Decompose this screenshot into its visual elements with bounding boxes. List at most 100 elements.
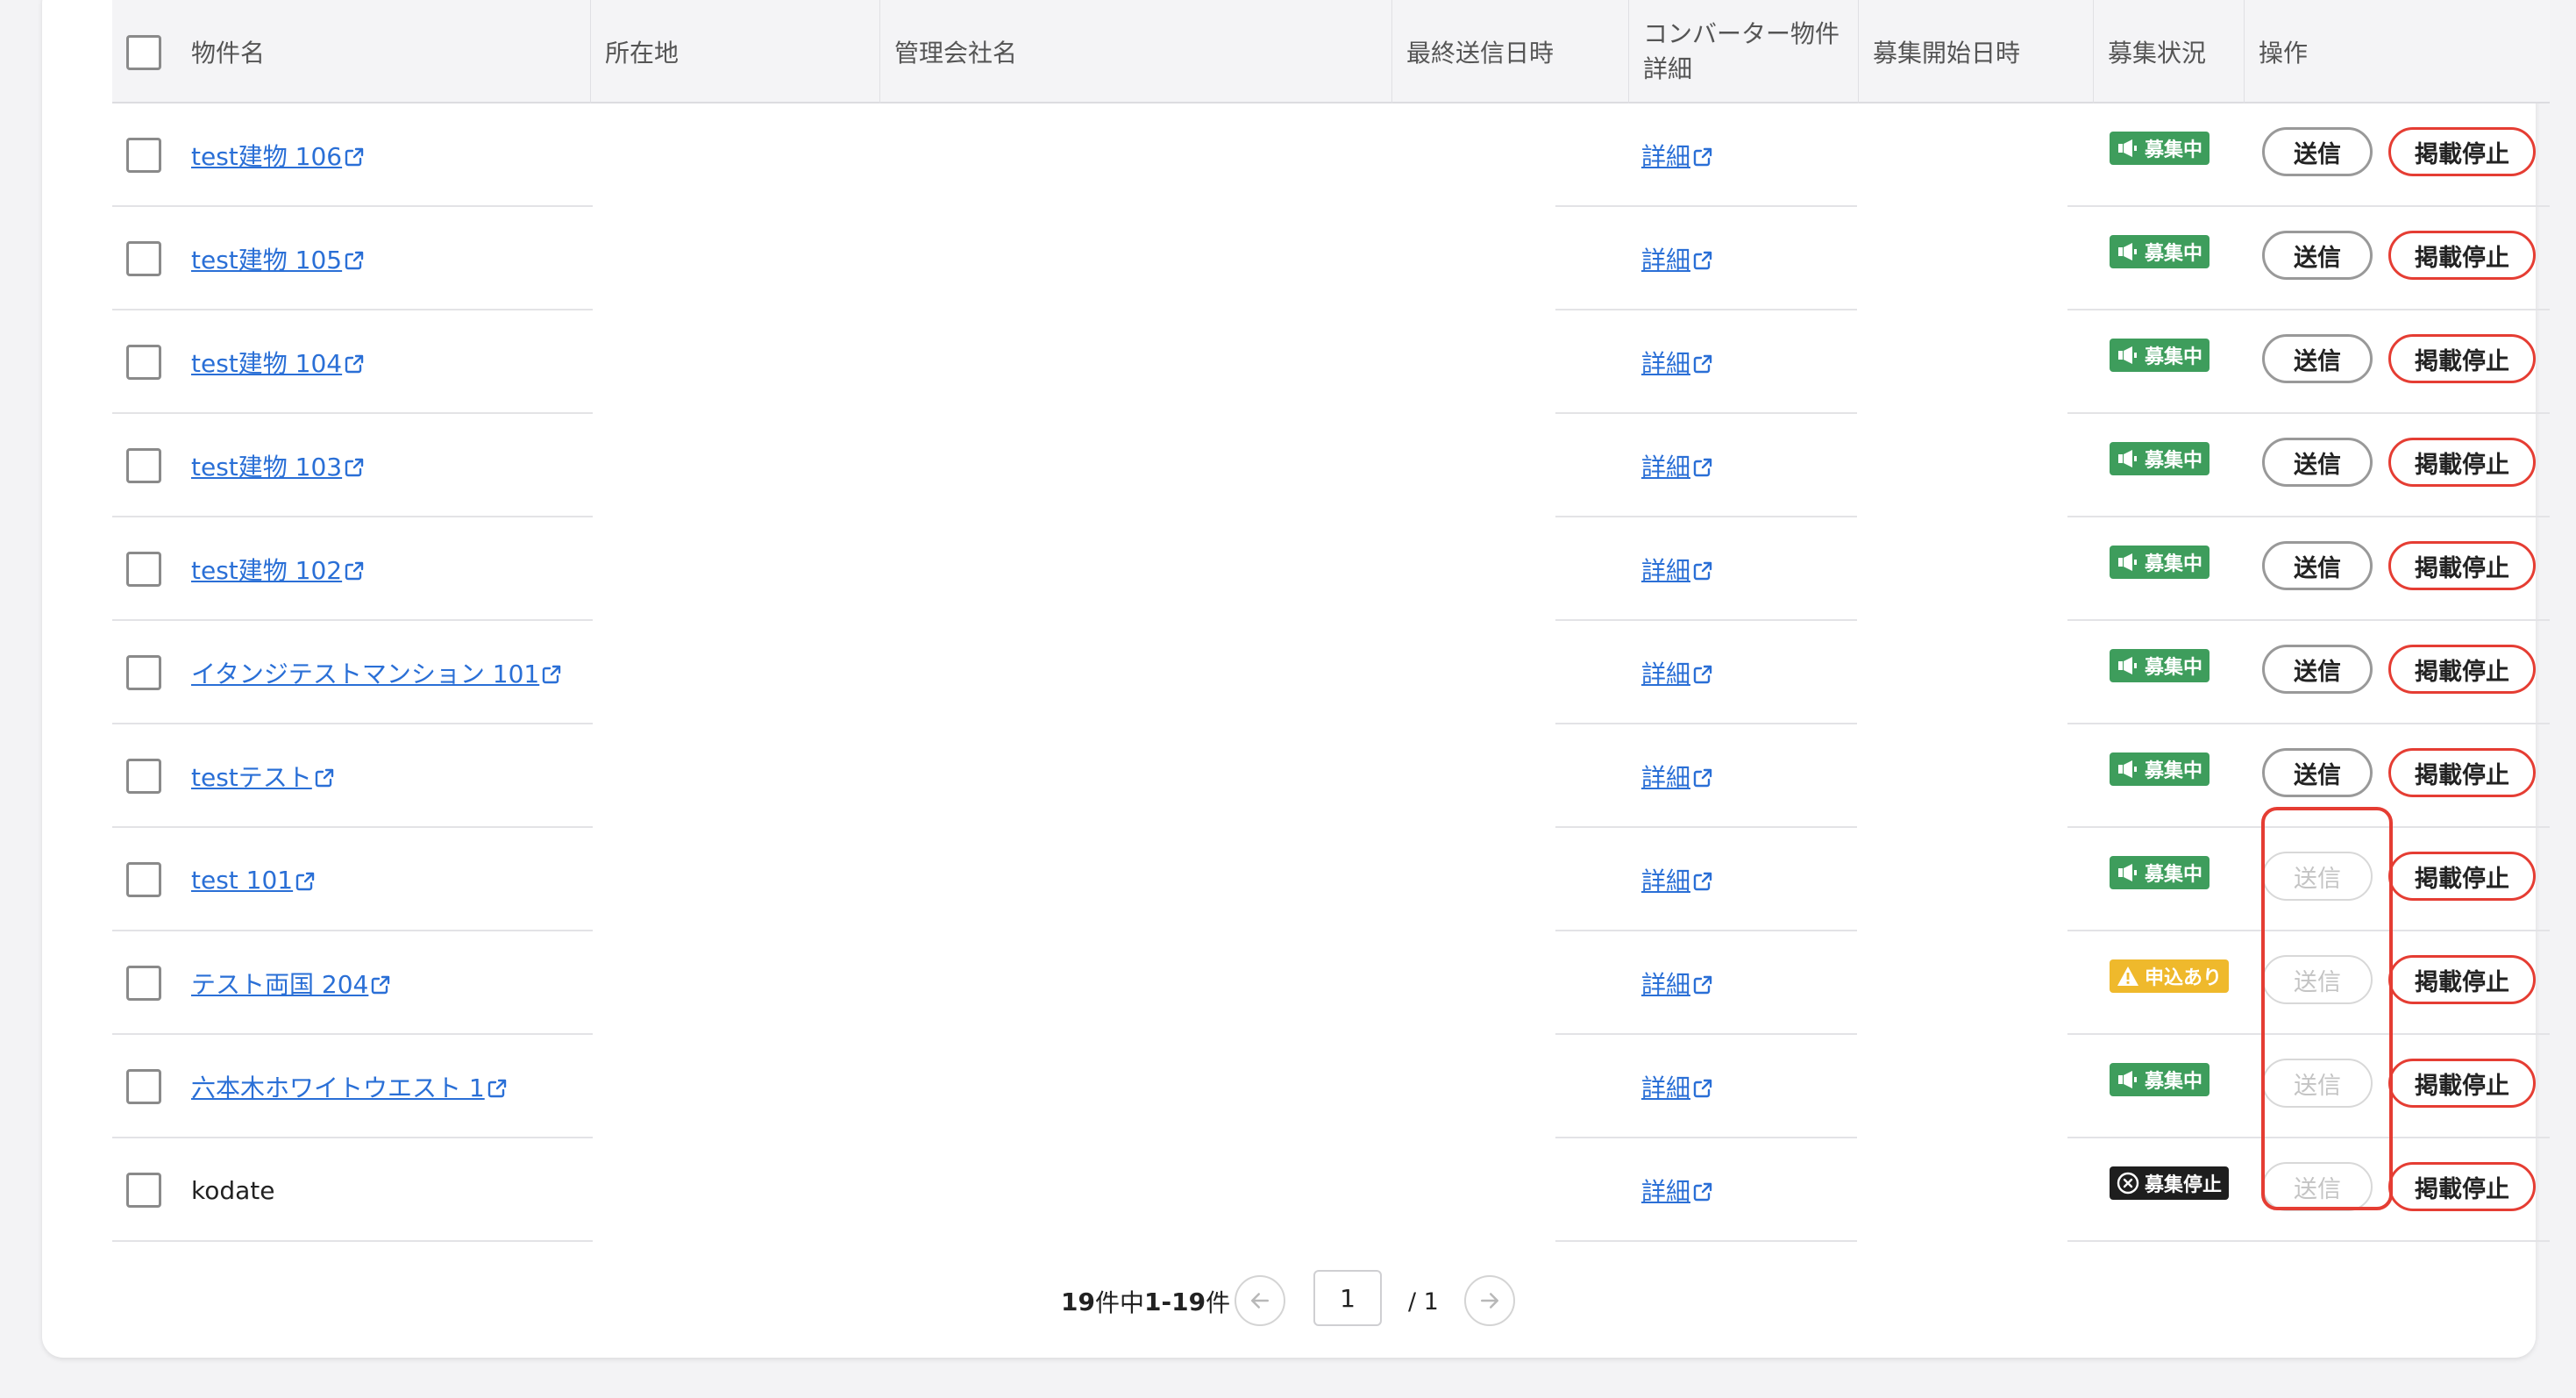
converter-detail-link[interactable]: 詳細 (1641, 1138, 1713, 1242)
external-link-icon (344, 455, 365, 477)
row-checkbox[interactable] (126, 1173, 161, 1208)
send-button[interactable]: 送信 (2262, 645, 2373, 694)
send-label: 送信 (2294, 968, 2341, 996)
row-checkbox[interactable] (126, 655, 161, 690)
property-name: テスト両国 204 (191, 970, 369, 999)
property-name-link[interactable]: test建物 105 (191, 207, 365, 310)
converter-detail-link[interactable]: 詳細 (1641, 517, 1713, 621)
status-badge: 募集停止 (2110, 1166, 2230, 1200)
row-checkbox[interactable] (126, 448, 161, 483)
property-name-link[interactable]: test建物 106 (191, 103, 365, 207)
property-name-link[interactable]: test建物 104 (191, 310, 365, 414)
table-row: testテスト 詳細 募集中 送信 掲載停止 (112, 724, 2550, 828)
arrow-left-icon (1251, 1293, 1269, 1309)
pagination: 19件中 1-19件 / 1 (0, 1266, 2576, 1337)
converter-detail-link[interactable]: 詳細 (1641, 724, 1713, 828)
property-name: kodate (191, 1175, 275, 1205)
stop-listing-button[interactable]: 掲載停止 (2388, 541, 2536, 590)
converter-detail-link[interactable]: 詳細 (1641, 414, 1713, 517)
property-name: イタンジテストマンション 101 (191, 660, 540, 688)
send-label: 送信 (2294, 1175, 2341, 1203)
megaphone-icon (2118, 657, 2137, 674)
external-link-icon (1692, 766, 1713, 788)
stop-listing-button[interactable]: 掲載停止 (2388, 334, 2536, 383)
table-row: test建物 102 詳細 募集中 送信 掲載停止 (112, 517, 2550, 621)
property-name-link[interactable]: test 101 (191, 828, 316, 931)
table-row: test建物 105 詳細 募集中 送信 掲載停止 (112, 207, 2550, 310)
detail-label: 詳細 (1641, 246, 1691, 275)
external-link-icon (1692, 248, 1713, 270)
converter-detail-link[interactable]: 詳細 (1641, 207, 1713, 310)
row-checkbox[interactable] (126, 241, 161, 276)
stop-listing-button[interactable]: 掲載停止 (2388, 1162, 2536, 1211)
send-label: 送信 (2294, 244, 2341, 272)
row-checkbox[interactable] (126, 759, 161, 794)
stop-label: 掲載停止 (2415, 140, 2509, 168)
status-badge: 募集中 (2110, 649, 2210, 682)
prev-page-button[interactable] (1235, 1275, 1285, 1326)
send-button[interactable]: 送信 (2262, 1059, 2373, 1108)
property-name-link[interactable]: test建物 102 (191, 517, 365, 621)
status-badge: 募集中 (2110, 132, 2210, 165)
send-label: 送信 (2294, 865, 2341, 893)
table-row: test建物 104 詳細 募集中 送信 掲載停止 (112, 310, 2550, 414)
property-name-link[interactable]: 六本木ホワイトウエスト 1 (191, 1035, 508, 1138)
megaphone-icon (2118, 450, 2137, 467)
table-row: テスト両国 204 詳細 申込あり 送信 掲載停止 (112, 931, 2550, 1035)
converter-detail-link[interactable]: 詳細 (1641, 931, 1713, 1035)
external-link-icon (1692, 662, 1713, 684)
row-checkbox[interactable] (126, 345, 161, 380)
external-link-icon (1692, 973, 1713, 995)
send-label: 送信 (2294, 347, 2341, 375)
send-button[interactable]: 送信 (2262, 231, 2373, 280)
row-checkbox[interactable] (126, 138, 161, 173)
property-name-link[interactable]: イタンジテストマンション 101 (191, 621, 562, 724)
stop-label: 掲載停止 (2415, 865, 2509, 893)
send-button[interactable]: 送信 (2262, 438, 2373, 487)
row-checkbox[interactable] (126, 552, 161, 587)
converter-detail-link[interactable]: 詳細 (1641, 103, 1713, 207)
stop-listing-button[interactable]: 掲載停止 (2388, 748, 2536, 797)
stop-listing-button[interactable]: 掲載停止 (2388, 645, 2536, 694)
megaphone-icon (2118, 760, 2137, 778)
send-button[interactable]: 送信 (2262, 955, 2373, 1004)
send-button[interactable]: 送信 (2262, 334, 2373, 383)
header-location: 所在地 (591, 0, 880, 103)
converter-detail-link[interactable]: 詳細 (1641, 310, 1713, 414)
stop-listing-button[interactable]: 掲載停止 (2388, 852, 2536, 901)
status-badge: 募集中 (2110, 235, 2210, 268)
stop-listing-button[interactable]: 掲載停止 (2388, 1059, 2536, 1108)
send-label: 送信 (2294, 140, 2341, 168)
converter-detail-link[interactable]: 詳細 (1641, 1035, 1713, 1138)
status-label: 申込あり (2145, 967, 2223, 989)
stop-listing-button[interactable]: 掲載停止 (2388, 231, 2536, 280)
status-badge: 募集中 (2110, 1063, 2210, 1096)
next-page-button[interactable] (1464, 1275, 1515, 1326)
select-all-checkbox[interactable] (126, 35, 161, 70)
row-checkbox[interactable] (126, 862, 161, 897)
property-name-link[interactable]: testテスト (191, 724, 335, 828)
external-link-icon (1692, 559, 1713, 581)
property-name: test 101 (191, 865, 294, 895)
page-number-input[interactable] (1313, 1270, 1382, 1326)
stop-listing-button[interactable]: 掲載停止 (2388, 127, 2536, 176)
stop-listing-button[interactable]: 掲載停止 (2388, 955, 2536, 1004)
converter-detail-link[interactable]: 詳細 (1641, 621, 1713, 724)
row-checkbox[interactable] (126, 966, 161, 1001)
send-button[interactable]: 送信 (2262, 748, 2373, 797)
converter-detail-link[interactable]: 詳細 (1641, 828, 1713, 931)
header-company: 管理会社名 (880, 0, 1392, 103)
pagination-range-suffix: 件 (1206, 1288, 1231, 1317)
send-button[interactable]: 送信 (2262, 1162, 2373, 1211)
send-button[interactable]: 送信 (2262, 541, 2373, 590)
property-name-link[interactable]: test建物 103 (191, 414, 365, 517)
property-name-link[interactable]: テスト両国 204 (191, 931, 391, 1035)
property-name: test建物 106 (191, 142, 343, 171)
row-checkbox[interactable] (126, 1069, 161, 1104)
stop-listing-button[interactable]: 掲載停止 (2388, 438, 2536, 487)
table-row: イタンジテストマンション 101 詳細 募集中 送信 掲載停止 (112, 621, 2550, 724)
send-button[interactable]: 送信 (2262, 852, 2373, 901)
megaphone-icon (2118, 553, 2137, 571)
detail-label: 詳細 (1641, 349, 1691, 378)
send-button[interactable]: 送信 (2262, 127, 2373, 176)
